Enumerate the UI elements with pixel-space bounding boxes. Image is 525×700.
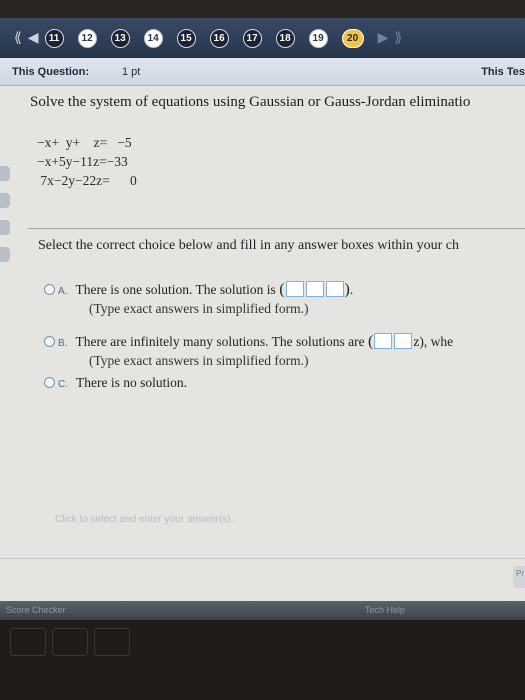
- radio-a[interactable]: [44, 284, 55, 295]
- choice-a-suffix: .: [349, 282, 354, 297]
- choice-a[interactable]: A. There is one solution. The solution is…: [44, 281, 353, 317]
- footer-divider: [0, 558, 525, 559]
- answer-box-b-y[interactable]: [394, 333, 413, 349]
- equation-3: 7x−2y−22z= 0: [37, 173, 137, 188]
- paren-open: (: [279, 281, 285, 298]
- question-number-button[interactable]: 18: [275, 28, 295, 48]
- question-number-button[interactable]: 15: [176, 28, 196, 48]
- test-label: This Tes: [481, 66, 525, 78]
- desktop-taskbar: [0, 620, 525, 700]
- taskbar-item[interactable]: [52, 628, 88, 656]
- question-info-bar: This Question: 1 pt This Tes: [0, 58, 525, 86]
- question-number-button[interactable]: 14: [143, 28, 163, 48]
- question-points: 1 pt: [122, 66, 141, 78]
- choice-b-text: There are infinitely many solutions. The…: [75, 334, 365, 349]
- choice-a-hint: (Type exact answers in simplified form.): [89, 301, 309, 316]
- choice-b-hint: (Type exact answers in simplified form.): [89, 353, 309, 368]
- equation-1: −x+ y+ z= −5: [37, 135, 132, 150]
- choice-b-letter: B.: [58, 338, 68, 349]
- question-number-list: 11 12 13 14 15 16 17 18 19 20: [44, 28, 378, 48]
- double-chevron-left-icon[interactable]: ⟪: [14, 30, 22, 46]
- question-number-button[interactable]: 11: [44, 28, 64, 48]
- choice-b-suffix: z), whe: [413, 334, 454, 349]
- question-number-button[interactable]: 17: [242, 28, 262, 48]
- question-number-button[interactable]: 13: [110, 28, 130, 48]
- chevron-right-icon[interactable]: ▶: [378, 30, 389, 46]
- radio-c[interactable]: [44, 377, 55, 388]
- equation-system: −x+ y+ z= −5 −x+5y−11z=−33 7x−2y−22z= 0: [37, 133, 137, 190]
- double-chevron-right-icon[interactable]: ⟫: [394, 30, 402, 46]
- question-label: This Question:: [12, 66, 89, 78]
- left-side-tabs: [0, 166, 14, 274]
- previous-button-label: Pr: [516, 569, 524, 578]
- choice-c-letter: C.: [58, 379, 68, 390]
- taskbar-item[interactable]: [94, 628, 130, 656]
- score-checker-link[interactable]: Score Checker: [6, 605, 66, 615]
- select-instruction: Select the correct choice below and fill…: [38, 238, 460, 253]
- choice-a-letter: A.: [58, 286, 68, 297]
- side-tab[interactable]: [0, 166, 10, 181]
- taskbar-item[interactable]: [10, 628, 46, 656]
- question-number-button[interactable]: 16: [209, 28, 229, 48]
- answer-box-b-x[interactable]: [374, 333, 393, 349]
- paren-open: (: [368, 333, 374, 350]
- choice-b[interactable]: B. There are infinitely many solutions. T…: [44, 333, 453, 369]
- side-tab[interactable]: [0, 193, 10, 208]
- choice-c-text: There is no solution.: [76, 375, 187, 390]
- side-tab[interactable]: [0, 220, 10, 235]
- question-number-button[interactable]: 19: [308, 28, 328, 48]
- answer-box-a-y[interactable]: [305, 281, 324, 297]
- answer-hint: Click to select and enter your answer(s)…: [55, 514, 234, 525]
- side-tab[interactable]: [0, 247, 10, 262]
- tech-help-link[interactable]: Tech Help: [365, 605, 405, 615]
- app-screen: ⟪ ◀ 11 12 13 14 15 16 17 18 19 20 ▶ ⟫ This Questi…: [0, 18, 525, 620]
- question-navbar: ⟪ ◀ 11 12 13 14 15 16 17 18 19 20 ▶ ⟫: [0, 18, 525, 58]
- choice-a-text: There is one solution. The solution is: [75, 282, 276, 297]
- bottom-bar: Score Checker Tech Help: [0, 601, 525, 620]
- chevron-left-icon[interactable]: ◀: [28, 30, 39, 46]
- question-number-button[interactable]: 20: [341, 28, 364, 48]
- choice-c[interactable]: C. There is no solution.: [44, 375, 187, 391]
- radio-b[interactable]: [44, 336, 55, 347]
- question-number-button[interactable]: 12: [77, 28, 97, 48]
- answer-box-a-x[interactable]: [285, 281, 304, 297]
- equation-2: −x+5y−11z=−33: [37, 154, 128, 169]
- answer-box-a-z[interactable]: [325, 281, 344, 297]
- question-instruction: Solve the system of equations using Gaus…: [30, 94, 471, 110]
- divider: [28, 228, 525, 229]
